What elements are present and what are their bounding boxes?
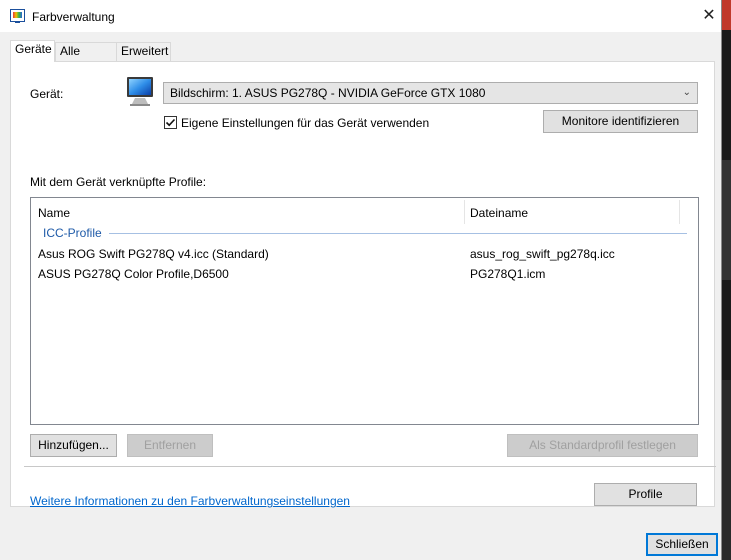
divider (24, 466, 716, 467)
close-button[interactable]: Schließen (646, 533, 718, 556)
device-select-value: Bildschirm: 1. ASUS PG278Q - NVIDIA GeFo… (170, 86, 486, 100)
color-management-window: Farbverwaltung ✕ Geräte Alle Profile Erw… (0, 0, 722, 560)
background-strip (722, 0, 731, 560)
column-header-filename[interactable]: Dateiname (470, 206, 528, 220)
checkmark-icon (165, 118, 176, 127)
monitor-icon (127, 77, 153, 106)
column-header-name[interactable]: Name (38, 206, 70, 220)
tab-devices[interactable]: Geräte (10, 40, 55, 62)
set-default-profile-button[interactable]: Als Standardprofil festlegen (507, 434, 698, 457)
profile-filename: PG278Q1.icm (470, 267, 546, 281)
close-window-button[interactable]: ✕ (697, 4, 721, 28)
profile-name: Asus ROG Swift PG278Q v4.icc (Standard) (38, 247, 269, 261)
tab-advanced[interactable]: Erweitert (116, 42, 171, 61)
profiles-list[interactable]: Name Dateiname ICC-Profile Asus ROG Swif… (30, 197, 699, 425)
title-bar[interactable]: Farbverwaltung ✕ (0, 0, 721, 32)
add-profile-button[interactable]: Hinzufügen... (30, 434, 117, 457)
device-select[interactable]: Bildschirm: 1. ASUS PG278Q - NVIDIA GeFo… (163, 82, 698, 104)
device-label: Gerät: (30, 87, 64, 101)
group-divider (109, 233, 687, 234)
remove-profile-button[interactable]: Entfernen (127, 434, 213, 457)
profile-name: ASUS PG278Q Color Profile,D6500 (38, 267, 229, 281)
tab-all-profiles[interactable]: Alle Profile (55, 42, 117, 75)
profile-filename: asus_rog_swift_pg278q.icc (470, 247, 615, 261)
background-dark-area (722, 160, 731, 280)
background-red-area (722, 0, 731, 30)
custom-settings-checkbox[interactable] (164, 116, 177, 129)
more-info-link[interactable]: Weitere Informationen zu den Farbverwalt… (30, 494, 350, 508)
column-divider[interactable] (464, 200, 465, 224)
window-title: Farbverwaltung (32, 10, 115, 24)
background-dark-area-lower (722, 380, 731, 560)
column-divider[interactable] (679, 200, 680, 224)
profiles-section-label: Mit dem Gerät verknüpfte Profile: (30, 175, 207, 189)
color-management-icon (10, 9, 25, 23)
chevron-down-icon: ⌄ (682, 87, 691, 98)
group-header-icc: ICC-Profile (43, 226, 102, 240)
profile-button[interactable]: Profile (594, 483, 697, 506)
identify-monitors-button[interactable]: Monitore identifizieren (543, 110, 698, 133)
custom-settings-label[interactable]: Eigene Einstellungen für das Gerät verwe… (181, 116, 429, 130)
